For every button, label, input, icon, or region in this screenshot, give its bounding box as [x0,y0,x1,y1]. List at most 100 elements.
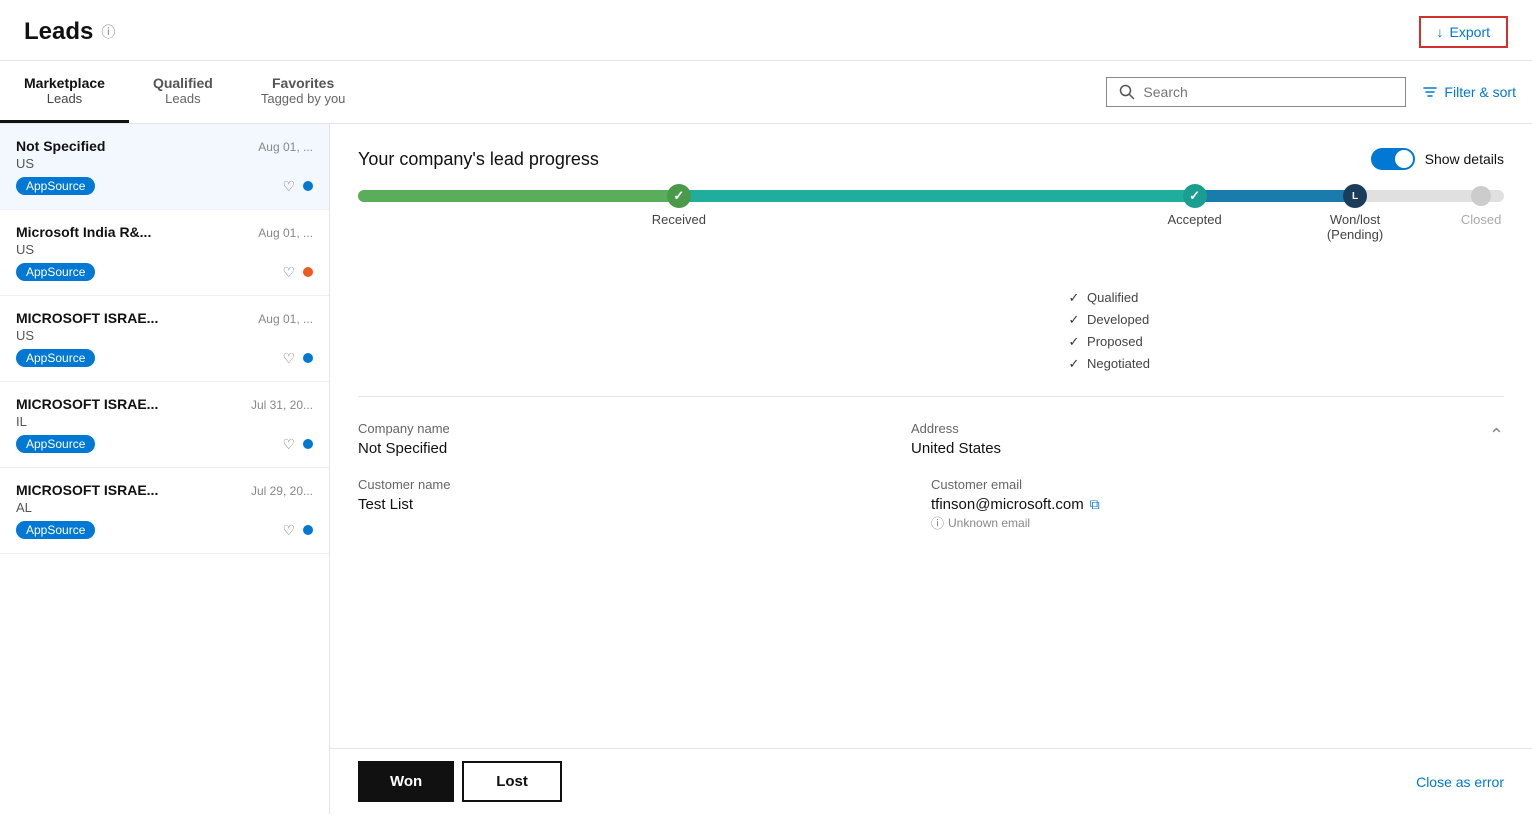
pending-label-qualified: Qualified [1087,290,1138,305]
lost-button[interactable]: Lost [462,761,562,802]
close-error-link[interactable]: Close as error [1416,774,1504,790]
lead-actions: ♡ [282,264,313,281]
export-icon: ↓ [1437,24,1444,40]
search-input[interactable] [1143,84,1393,100]
pending-details: ✓ Qualified ✓ Developed ✓ Proposed ✓ Neg… [1069,290,1504,372]
lead-country: US [16,242,313,257]
export-button[interactable]: ↓ Export [1419,16,1508,48]
lead-item[interactable]: MICROSOFT ISRAE... Aug 01, ... US AppSou… [0,296,329,382]
lead-item[interactable]: Microsoft India R&... Aug 01, ... US App… [0,210,329,296]
lead-actions: ♡ [282,522,313,539]
pending-item-developed: ✓ Developed [1069,312,1504,328]
lead-footer: AppSource ♡ [16,263,313,281]
tab-qualified[interactable]: Qualified Leads [129,61,237,123]
title-wrap: Leads ⓘ [24,18,115,46]
lead-footer: AppSource ♡ [16,349,313,367]
lead-item[interactable]: MICROSOFT ISRAE... Jul 29, 20... AL AppS… [0,468,329,554]
customer-name-label: Customer name [358,477,931,492]
lead-date: Jul 29, 20... [251,484,313,498]
lead-country: US [16,156,313,171]
tab-qualified-label: Qualified [153,75,213,91]
search-area: Filter & sort [1106,77,1532,107]
check-icon: ✓ [1069,312,1080,327]
lead-header: MICROSOFT ISRAE... Jul 31, 20... [16,396,313,412]
section-divider [358,396,1504,397]
heart-icon[interactable]: ♡ [282,178,295,195]
lead-actions: ♡ [282,350,313,367]
page-title: Leads [24,18,93,46]
node-closed [1471,186,1491,206]
tab-favorites-label: Favorites [261,75,346,91]
company-name-label: Company name [358,421,911,436]
lead-header: MICROSOFT ISRAE... Jul 29, 20... [16,482,313,498]
lead-date: Aug 01, ... [258,312,313,326]
pending-item-qualified: ✓ Qualified [1069,290,1504,306]
address-value: United States [911,440,1464,457]
lead-company: MICROSOFT ISRAE... [16,396,158,412]
lead-date: Aug 01, ... [258,226,313,240]
pending-label-developed: Developed [1087,312,1149,327]
tab-favorites[interactable]: Favorites Tagged by you [237,61,370,123]
search-icon [1119,84,1135,100]
lead-header: Microsoft India R&... Aug 01, ... [16,224,313,240]
customer-name-value: Test List [358,496,931,513]
label-closed: Closed [1461,212,1501,227]
filter-sort-button[interactable]: Filter & sort [1422,84,1516,100]
appsource-badge: AppSource [16,263,95,281]
appsource-badge: AppSource [16,349,95,367]
lead-country: IL [16,414,313,429]
copy-icon[interactable]: ⧉ [1090,496,1100,513]
heart-icon[interactable]: ♡ [282,436,295,453]
show-details-toggle: Show details [1371,148,1504,170]
pending-item-negotiated: ✓ Negotiated [1069,356,1504,372]
tab-favorites-sublabel: Tagged by you [261,91,346,106]
info-icon[interactable]: ⓘ [101,22,115,42]
status-dot [303,353,313,363]
status-dot [303,267,313,277]
check-icon: ✓ [1069,334,1080,349]
lead-company: Microsoft India R&... [16,224,151,240]
lead-country: AL [16,500,313,515]
progress-title: Your company's lead progress [358,149,599,170]
check-icon: ✓ [1069,290,1080,305]
toggle-switch[interactable] [1371,148,1415,170]
progress-header: Your company's lead progress Show detail… [358,148,1504,170]
collapse-icon[interactable]: ⌃ [1489,425,1504,446]
tab-marketplace-sublabel: Leads [24,91,105,106]
company-name-col: Company name Not Specified [358,421,911,457]
lead-footer: AppSource ♡ [16,435,313,453]
node-accepted: ✓ [1183,184,1207,208]
lead-company: Not Specified [16,138,105,154]
label-received: Received [652,212,706,227]
address-col: Address United States [911,421,1464,457]
filter-sort-label: Filter & sort [1444,84,1516,100]
lead-company: MICROSOFT ISRAE... [16,482,158,498]
heart-icon[interactable]: ♡ [282,350,295,367]
leads-sidebar: Not Specified Aug 01, ... US AppSource ♡… [0,124,330,814]
heart-icon[interactable]: ♡ [282,522,295,539]
show-details-label: Show details [1425,151,1504,167]
customer-email-col: Customer email tfinson@microsoft.com ⧉ ⓘ… [931,477,1504,532]
won-button[interactable]: Won [358,761,454,802]
tab-marketplace[interactable]: Marketplace Leads [0,61,129,123]
filter-icon [1422,84,1438,100]
lead-actions: ♡ [282,178,313,195]
customer-name-col: Customer name Test List [358,477,931,532]
lead-item[interactable]: Not Specified Aug 01, ... US AppSource ♡ [0,124,329,210]
unknown-email-row: ⓘ Unknown email [931,513,1504,532]
pending-item-proposed: ✓ Proposed [1069,334,1504,350]
lead-date: Aug 01, ... [258,140,313,154]
lead-header: MICROSOFT ISRAE... Aug 01, ... [16,310,313,326]
heart-icon[interactable]: ♡ [282,264,295,281]
lead-item[interactable]: MICROSOFT ISRAE... Jul 31, 20... IL AppS… [0,382,329,468]
details-row-1: Company name Not Specified Address Unite… [358,421,1504,457]
node-wonlost: L [1343,184,1367,208]
appsource-badge: AppSource [16,521,95,539]
lead-header: Not Specified Aug 01, ... [16,138,313,154]
details-row-2: Customer name Test List Customer email t… [358,477,1504,532]
detail-panel: Your company's lead progress Show detail… [330,124,1532,748]
pending-label-negotiated: Negotiated [1087,356,1150,371]
tab-marketplace-label: Marketplace [24,75,105,91]
status-dot [303,439,313,449]
track-segment-green [358,190,679,202]
